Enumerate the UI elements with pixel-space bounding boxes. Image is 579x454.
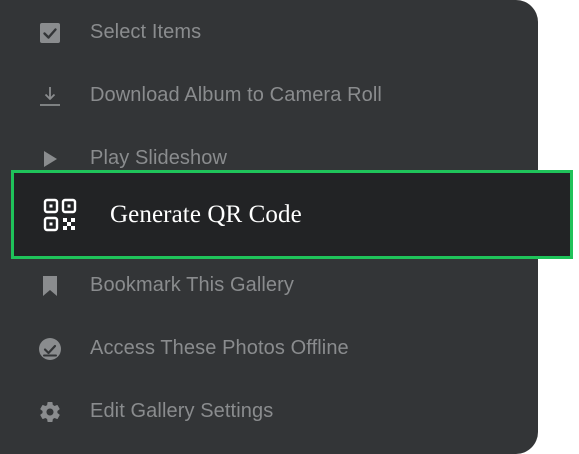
gear-icon	[38, 400, 62, 424]
download-icon	[38, 84, 62, 108]
offline-check-icon	[38, 337, 62, 361]
menu-item-download-album[interactable]: Download Album to Camera Roll	[0, 64, 538, 127]
menu-item-access-offline[interactable]: Access These Photos Offline	[0, 317, 538, 380]
menu-item-label: Edit Gallery Settings	[90, 400, 274, 422]
bookmark-icon	[38, 274, 62, 298]
checkbox-checked-icon	[38, 21, 62, 45]
menu-item-select-items[interactable]: Select Items	[0, 1, 538, 64]
menu-item-generate-qr-code[interactable]: Generate QR Code	[11, 170, 573, 259]
menu-item-label: Generate QR Code	[110, 200, 302, 228]
menu-item-label: Select Items	[90, 21, 202, 43]
menu-item-edit-settings[interactable]: Edit Gallery Settings	[0, 380, 538, 443]
menu-item-bookmark-gallery[interactable]: Bookmark This Gallery	[0, 254, 538, 317]
menu-item-label: Play Slideshow	[90, 147, 228, 169]
qr-code-icon	[43, 198, 77, 232]
menu-item-label: Access These Photos Offline	[90, 337, 349, 359]
menu-item-label: Bookmark This Gallery	[90, 274, 295, 296]
play-icon	[38, 147, 62, 171]
menu-item-label: Download Album to Camera Roll	[90, 84, 382, 106]
